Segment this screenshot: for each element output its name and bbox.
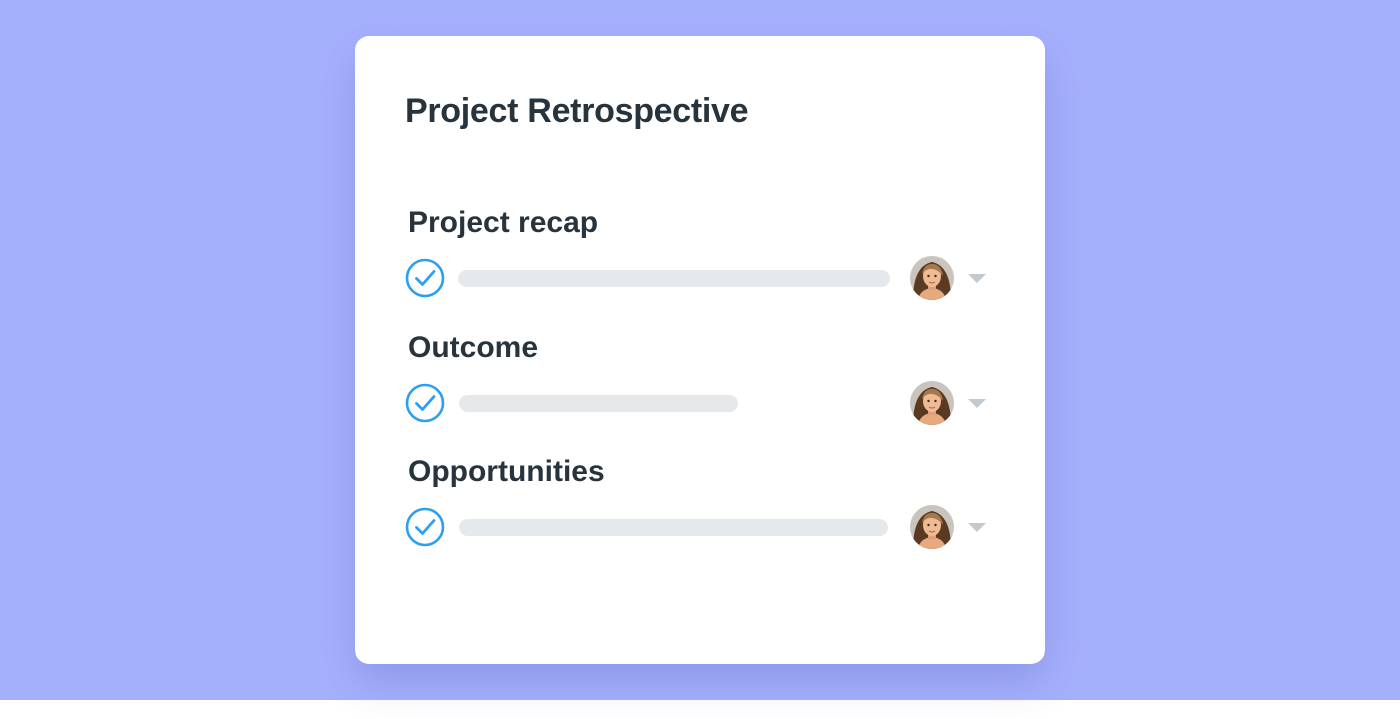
task-row: [405, 381, 995, 425]
task-row: [405, 505, 995, 549]
check-circle-icon[interactable]: [405, 383, 445, 423]
assignee-avatar[interactable]: [910, 381, 954, 425]
section-project-recap: Project recap: [405, 206, 995, 306]
task-placeholder-bar[interactable]: [459, 395, 738, 412]
retrospective-card: Project Retrospective Project recap Outc…: [355, 36, 1045, 664]
task-placeholder-bar[interactable]: [458, 270, 890, 287]
section-heading: Opportunities: [408, 455, 605, 488]
woman-avatar-icon: [910, 256, 954, 300]
woman-avatar-icon: [910, 505, 954, 549]
check-circle-icon[interactable]: [405, 507, 445, 547]
woman-avatar-icon: [910, 381, 954, 425]
card-title: Project Retrospective: [405, 92, 749, 130]
section-outcome: Outcome: [405, 331, 995, 431]
task-row: [405, 256, 995, 300]
section-heading: Project recap: [408, 206, 599, 239]
chevron-down-icon[interactable]: [968, 274, 986, 283]
check-circle-icon[interactable]: [405, 258, 445, 298]
section-opportunities: Opportunities: [405, 455, 995, 555]
assignee-avatar[interactable]: [910, 505, 954, 549]
chevron-down-icon[interactable]: [968, 523, 986, 532]
chevron-down-icon[interactable]: [968, 399, 986, 408]
section-heading: Outcome: [408, 331, 539, 364]
task-placeholder-bar[interactable]: [459, 519, 888, 536]
assignee-avatar[interactable]: [910, 256, 954, 300]
